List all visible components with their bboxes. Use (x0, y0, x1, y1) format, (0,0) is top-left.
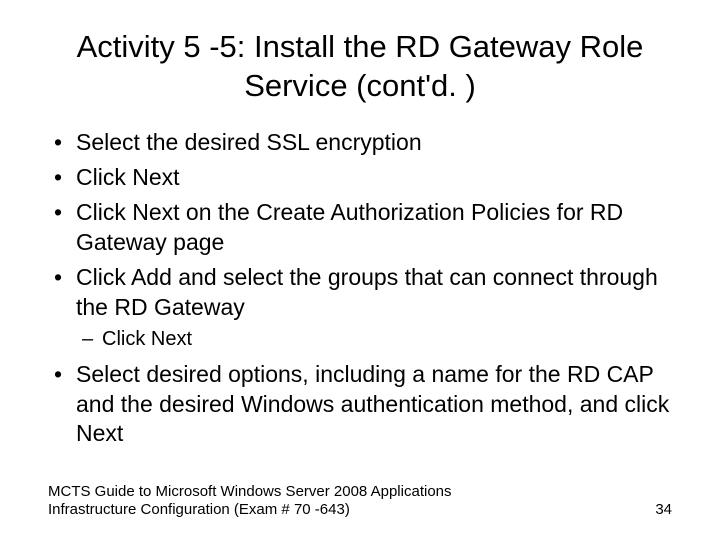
list-item: Click Next (76, 163, 672, 192)
list-item: Select the desired SSL encryption (76, 128, 672, 157)
slide-body: Select the desired SSL encryption Click … (48, 128, 672, 479)
slide-title: Activity 5 -5: Install the RD Gateway Ro… (48, 28, 672, 106)
page-number: 34 (655, 501, 672, 520)
bullet-text: Click Next (76, 164, 180, 190)
bullet-text: Click Add and select the groups that can… (76, 264, 658, 319)
bullet-text: Select the desired SSL encryption (76, 129, 422, 155)
list-item: Click Add and select the groups that can… (76, 263, 672, 352)
slide: Activity 5 -5: Install the RD Gateway Ro… (0, 0, 720, 540)
footer-text: MCTS Guide to Microsoft Windows Server 2… (48, 483, 528, 521)
list-item: Click Next (102, 326, 672, 352)
list-item: Click Next on the Create Authorization P… (76, 198, 672, 257)
slide-footer: MCTS Guide to Microsoft Windows Server 2… (48, 483, 672, 521)
list-item: Select desired options, including a name… (76, 360, 672, 448)
bullet-text: Click Next (102, 328, 192, 350)
bullet-list: Select the desired SSL encryption Click … (48, 128, 672, 449)
sub-bullet-list: Click Next (76, 326, 672, 352)
bullet-text: Select desired options, including a name… (76, 361, 669, 446)
bullet-text: Click Next on the Create Authorization P… (76, 199, 623, 254)
